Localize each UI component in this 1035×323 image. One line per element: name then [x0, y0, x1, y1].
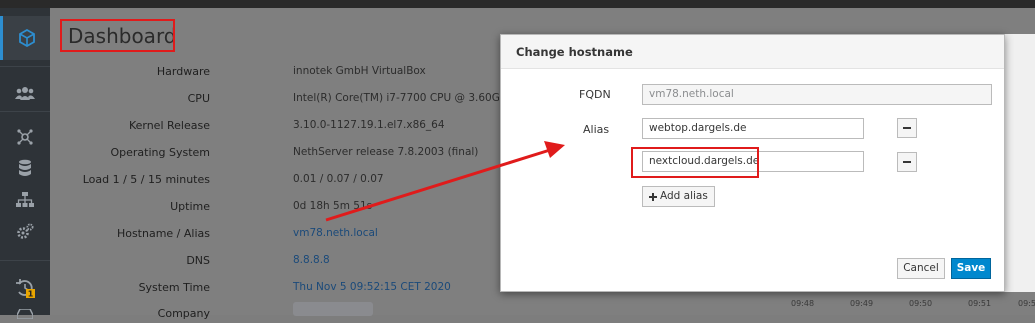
annotation-arrow: [325, 141, 565, 222]
